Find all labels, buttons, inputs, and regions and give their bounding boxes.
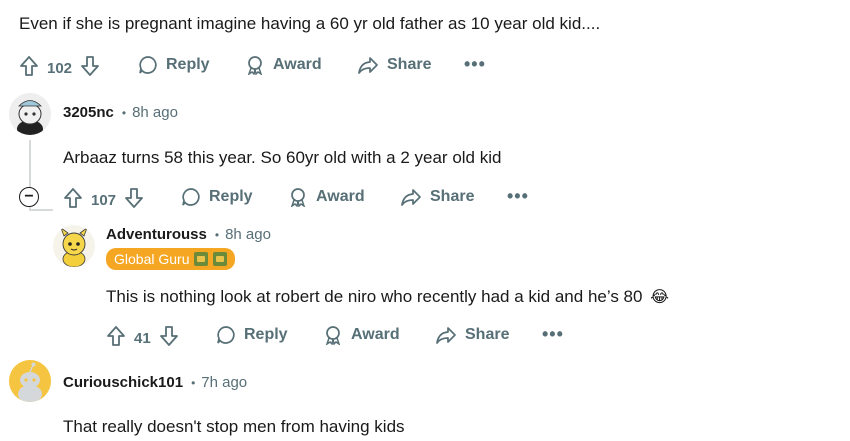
reply-label: Reply bbox=[244, 326, 288, 343]
reply-icon bbox=[139, 56, 157, 74]
downvote-icon[interactable] bbox=[124, 187, 144, 213]
award-icon bbox=[325, 326, 341, 345]
award-button[interactable]: Award bbox=[323, 325, 400, 345]
separator-dot: • bbox=[121, 105, 127, 120]
share-label: Share bbox=[465, 326, 510, 343]
reply-label: Reply bbox=[209, 188, 253, 205]
flair-label: Global Guru bbox=[114, 250, 190, 267]
award-button[interactable]: Award bbox=[288, 187, 365, 207]
share-button[interactable]: Share bbox=[400, 187, 474, 207]
top-comment-vote-bar: 102 bbox=[19, 55, 100, 81]
flair-emoji-icon bbox=[213, 251, 228, 266]
timestamp[interactable]: 8h ago bbox=[225, 226, 271, 243]
downvote-icon[interactable] bbox=[159, 325, 179, 351]
upvote-icon[interactable] bbox=[19, 55, 39, 81]
comment-vote-bar: 41 bbox=[106, 325, 179, 351]
comment-vote-bar: 107 bbox=[63, 187, 144, 213]
share-icon bbox=[436, 327, 456, 344]
collapse-thread-button[interactable]: − bbox=[19, 187, 39, 207]
comment-text: That really doesn't stop men from having… bbox=[63, 417, 405, 436]
avatar[interactable] bbox=[9, 360, 51, 402]
more-options-button[interactable]: ••• bbox=[542, 324, 564, 345]
more-options-button[interactable]: ••• bbox=[507, 186, 529, 207]
separator-dot: • bbox=[214, 227, 220, 242]
thread-line-branch bbox=[29, 209, 53, 211]
reply-button[interactable]: Reply bbox=[138, 55, 210, 75]
share-button[interactable]: Share bbox=[435, 325, 509, 345]
reply-icon bbox=[217, 326, 235, 344]
award-label: Award bbox=[273, 56, 322, 73]
vote-count: 107 bbox=[91, 191, 117, 209]
comment-header: Adventurouss • 8h ago bbox=[106, 226, 271, 243]
more-options-button[interactable]: ••• bbox=[464, 54, 486, 75]
share-button[interactable]: Share bbox=[357, 55, 431, 75]
avatar[interactable] bbox=[9, 93, 51, 135]
reply-label: Reply bbox=[166, 56, 210, 73]
share-icon bbox=[358, 57, 378, 74]
separator-dot: • bbox=[191, 375, 196, 390]
award-icon bbox=[290, 188, 306, 207]
collapse-label: − bbox=[24, 188, 34, 205]
reply-button[interactable]: Reply bbox=[181, 187, 253, 207]
comment-text: This is nothing look at robert de niro w… bbox=[106, 287, 669, 307]
reply-button[interactable]: Reply bbox=[216, 325, 288, 345]
reply-icon bbox=[182, 188, 200, 206]
upvote-icon[interactable] bbox=[63, 187, 83, 213]
comment-text: Arbaaz turns 58 this year. So 60yr old w… bbox=[63, 148, 502, 167]
award-label: Award bbox=[316, 188, 365, 205]
share-label: Share bbox=[387, 56, 432, 73]
award-label: Award bbox=[351, 326, 400, 343]
comment-header: Curiouschick101 • 7h ago bbox=[63, 374, 247, 391]
timestamp[interactable]: 7h ago bbox=[201, 374, 247, 391]
laughing-emoji-icon: 😂 bbox=[650, 289, 669, 306]
top-comment-text: Even if she is pregnant imagine having a… bbox=[19, 14, 601, 33]
comment-text-body: This is nothing look at robert de niro w… bbox=[106, 287, 643, 306]
username[interactable]: Curiouschick101 bbox=[63, 374, 183, 391]
vote-count: 41 bbox=[134, 329, 151, 347]
username[interactable]: Adventurouss bbox=[106, 226, 207, 243]
share-label: Share bbox=[430, 188, 475, 205]
user-flair: Global Guru bbox=[106, 248, 236, 270]
downvote-icon[interactable] bbox=[80, 55, 100, 81]
share-icon bbox=[401, 189, 421, 206]
award-button[interactable]: Award bbox=[245, 55, 322, 75]
avatar[interactable] bbox=[53, 225, 95, 267]
comment-header: 3205nc • 8h ago bbox=[63, 104, 178, 121]
upvote-icon[interactable] bbox=[106, 325, 126, 351]
username[interactable]: 3205nc bbox=[63, 104, 114, 121]
vote-count: 102 bbox=[47, 59, 73, 77]
flair-emoji-icon bbox=[194, 251, 209, 266]
award-icon bbox=[247, 56, 263, 75]
timestamp[interactable]: 8h ago bbox=[132, 104, 178, 121]
